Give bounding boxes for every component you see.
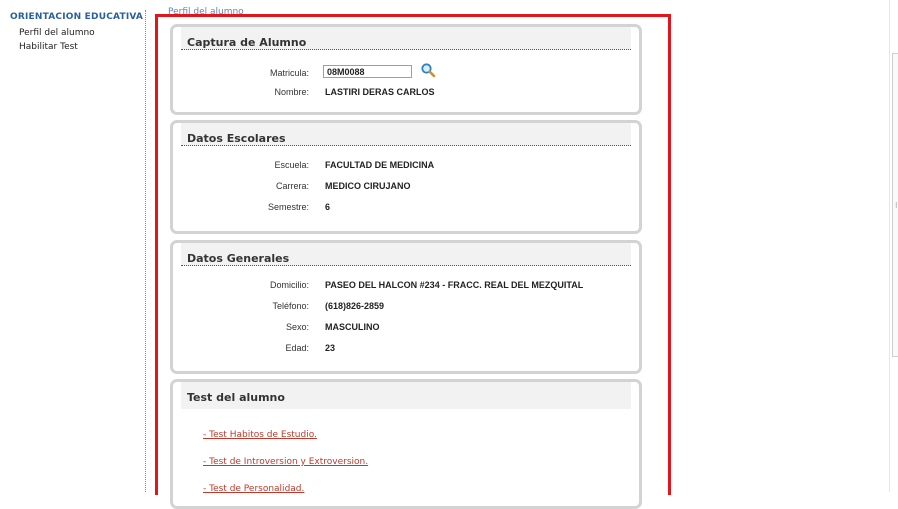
test-habitos-link[interactable]: - Test Habitos de Estudio. — [203, 430, 317, 440]
escuela-value: FACULTAD DE MEDICINA — [325, 160, 435, 170]
domicilio-value: PASEO DEL HALCON #234 - FRACC. REAL DEL … — [325, 280, 584, 290]
search-icon[interactable] — [420, 62, 436, 78]
telefono-value: (618)826-2859 — [325, 301, 385, 311]
matricula-input[interactable]: 08M0088 — [323, 65, 412, 78]
semestre-value: 6 — [325, 202, 331, 212]
sidebar-divider — [145, 10, 146, 492]
sexo-label: Sexo: — [285, 322, 309, 332]
carrera-label: Carrera: — [275, 181, 309, 191]
right-divider — [889, 0, 890, 492]
sidebar: ORIENTACION EDUCATIVA Perfil del alumno … — [0, 0, 146, 492]
telefono-label: Teléfono: — [272, 301, 309, 311]
panel-title: Test del alumno — [187, 391, 285, 404]
sexo-value: MASCULINO — [325, 322, 380, 332]
escuela-label: Escuela: — [274, 160, 309, 170]
sidebar-title[interactable]: ORIENTACION EDUCATIVA — [10, 12, 143, 22]
sidebar-item-perfil-alumno[interactable]: Perfil del alumno — [19, 28, 95, 38]
datos-generales-panel: Datos Generales Domicilio: PASEO DEL HAL… — [170, 240, 642, 374]
nombre-value: LASTIRI DERAS CARLOS — [325, 87, 435, 97]
test-personalidad-link[interactable]: - Test de Personalidad. — [203, 484, 304, 494]
semestre-label: Semestre: — [267, 202, 309, 212]
panel-title: Captura de Alumno — [187, 36, 307, 49]
test-introversion-link[interactable]: - Test de Introversion y Extroversion. — [203, 457, 368, 467]
test-alumno-panel: Test del alumno - Test Habitos de Estudi… — [170, 379, 642, 509]
datos-escolares-panel: Datos Escolares Escuela: FACULTAD DE MED… — [170, 120, 642, 234]
domicilio-label: Domicilio: — [269, 280, 309, 290]
carrera-value: MEDICO CIRUJANO — [325, 181, 411, 191]
captura-alumno-panel: Captura de Alumno Matricula: 08M0088 Nom… — [170, 24, 642, 115]
panel-title: Datos Escolares — [187, 132, 286, 145]
sidebar-item-habilitar-test[interactable]: Habilitar Test — [19, 42, 78, 52]
nombre-label: Nombre: — [274, 87, 309, 97]
edad-value: 23 — [325, 343, 336, 353]
fieldset-legend: Perfil del alumno — [168, 7, 244, 14]
panel-title: Datos Generales — [187, 252, 290, 265]
matricula-label: Matricula: — [269, 68, 309, 78]
edad-label: Edad: — [285, 343, 309, 353]
scrollbar-grip[interactable]: ⁝ — [895, 201, 898, 210]
